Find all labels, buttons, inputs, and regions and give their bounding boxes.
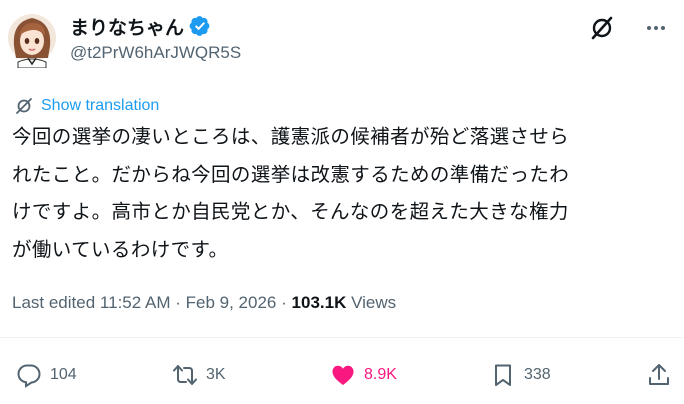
- repost-count: 3K: [206, 366, 226, 383]
- like-count: 8.9K: [364, 366, 397, 383]
- tweet-meta: Last edited 11:52 AM · Feb 9, 2026 · 103…: [12, 293, 396, 313]
- meta-separator: ·: [281, 293, 287, 312]
- display-name[interactable]: まりなちゃん: [70, 13, 184, 40]
- meta-separator: ·: [175, 293, 181, 312]
- like-icon: [332, 365, 354, 385]
- tweet-time[interactable]: 11:52 AM: [100, 293, 171, 312]
- tweet-text: 今回の選挙の凄いところは、護憲派の候補者が殆ど落選させら れたこと。だからね今回…: [12, 125, 570, 261]
- bookmark-count: 338: [524, 366, 551, 383]
- edited-label[interactable]: Last edited: [12, 293, 95, 312]
- views-label: Views: [351, 293, 397, 312]
- grok-icon[interactable]: [588, 14, 616, 42]
- avatar[interactable]: [8, 12, 56, 69]
- show-translation-label: Show translation: [41, 97, 160, 114]
- reply-button[interactable]: 104: [16, 362, 77, 388]
- views-count: 103.1K: [291, 293, 347, 312]
- reply-count: 104: [50, 366, 77, 383]
- reply-icon: [17, 364, 41, 388]
- divider: [0, 337, 684, 338]
- tweet-action-bar: 104 3K 8.9K 338: [0, 352, 684, 402]
- handle[interactable]: @t2PrW6hArJWQR5S: [70, 43, 241, 63]
- tweet-author: まりなちゃん @t2PrW6hArJWQR5S: [70, 12, 241, 63]
- like-button[interactable]: 8.9K: [330, 362, 397, 388]
- tweet-date[interactable]: Feb 9, 2026: [186, 293, 277, 312]
- tweet-top-actions: [588, 14, 670, 42]
- bookmark-button[interactable]: 338: [490, 362, 551, 388]
- share-button[interactable]: [646, 362, 672, 388]
- translate-icon: [16, 98, 32, 114]
- share-icon: [649, 364, 669, 385]
- repost-button[interactable]: 3K: [172, 362, 226, 388]
- verified-badge-icon[interactable]: [189, 15, 211, 37]
- show-translation-link[interactable]: Show translation: [14, 96, 159, 116]
- more-icon[interactable]: [642, 14, 670, 42]
- bookmark-icon: [495, 364, 511, 386]
- repost-icon: [173, 365, 197, 385]
